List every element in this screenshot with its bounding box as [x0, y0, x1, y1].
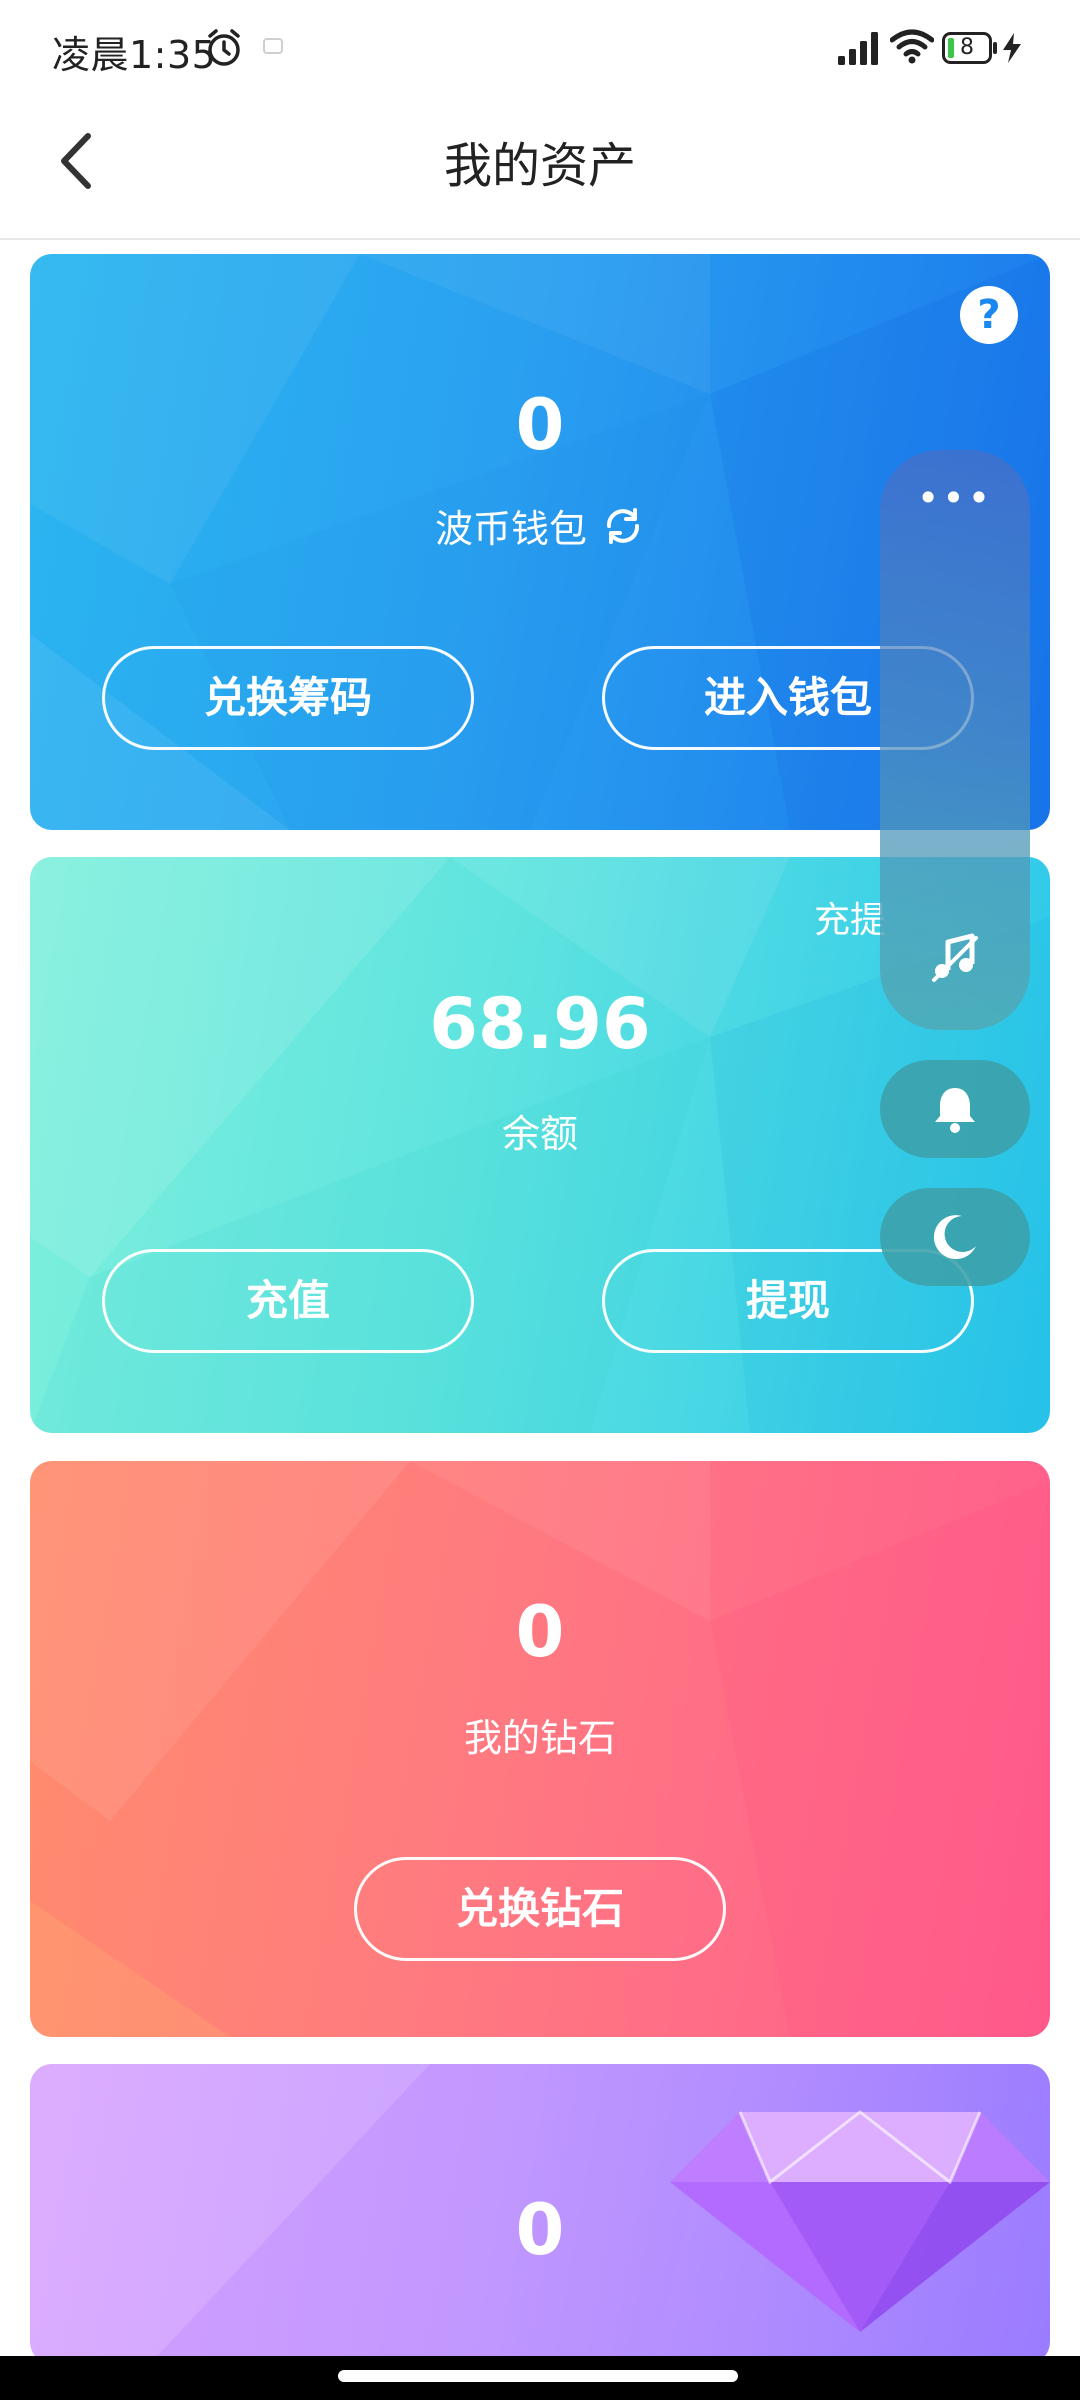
alarm-icon	[208, 29, 240, 66]
notification-button[interactable]	[880, 1060, 1030, 1158]
music-off-icon[interactable]	[928, 930, 982, 984]
moon-icon	[933, 1215, 976, 1260]
exchange-chips-button[interactable]: 兑换筹码	[102, 646, 474, 750]
message-icon	[263, 38, 283, 54]
header: 我的资产	[0, 96, 1080, 240]
signal-icon	[838, 32, 878, 65]
gem-value: 0	[515, 2189, 565, 2271]
status-bar: 凌晨1:35 8	[0, 0, 1080, 96]
wallet-label: 波币钱包	[434, 507, 587, 551]
diamond-label: 我的钻石	[463, 1716, 616, 1760]
diamond-card: 0 我的钻石 兑换钻石	[30, 1461, 1050, 2037]
charging-icon	[1003, 33, 1021, 63]
night-mode-button[interactable]	[880, 1188, 1030, 1286]
battery-icon: 8	[942, 32, 998, 64]
recharge-button[interactable]: 充值	[102, 1249, 474, 1353]
deposit-withdraw-link[interactable]: 充提	[814, 891, 886, 943]
page-title: 我的资产	[443, 138, 636, 194]
home-indicator[interactable]	[338, 2370, 738, 2382]
more-dots-icon[interactable]: •••	[880, 478, 1030, 518]
bell-icon	[935, 1088, 975, 1133]
status-time: 凌晨1:35	[52, 33, 217, 77]
diamond-value: 0	[515, 1591, 565, 1673]
wifi-icon	[890, 29, 934, 64]
system-nav-bar	[0, 2356, 1080, 2400]
gem-card: 0	[30, 2064, 1050, 2364]
floating-panel: •••	[880, 450, 1030, 1030]
help-button[interactable]: ?	[960, 286, 1018, 344]
wallet-value: 0	[515, 384, 565, 466]
battery-level: 8	[960, 35, 974, 60]
exchange-diamonds-button[interactable]: 兑换钻石	[354, 1857, 726, 1961]
refresh-icon[interactable]	[601, 504, 645, 548]
